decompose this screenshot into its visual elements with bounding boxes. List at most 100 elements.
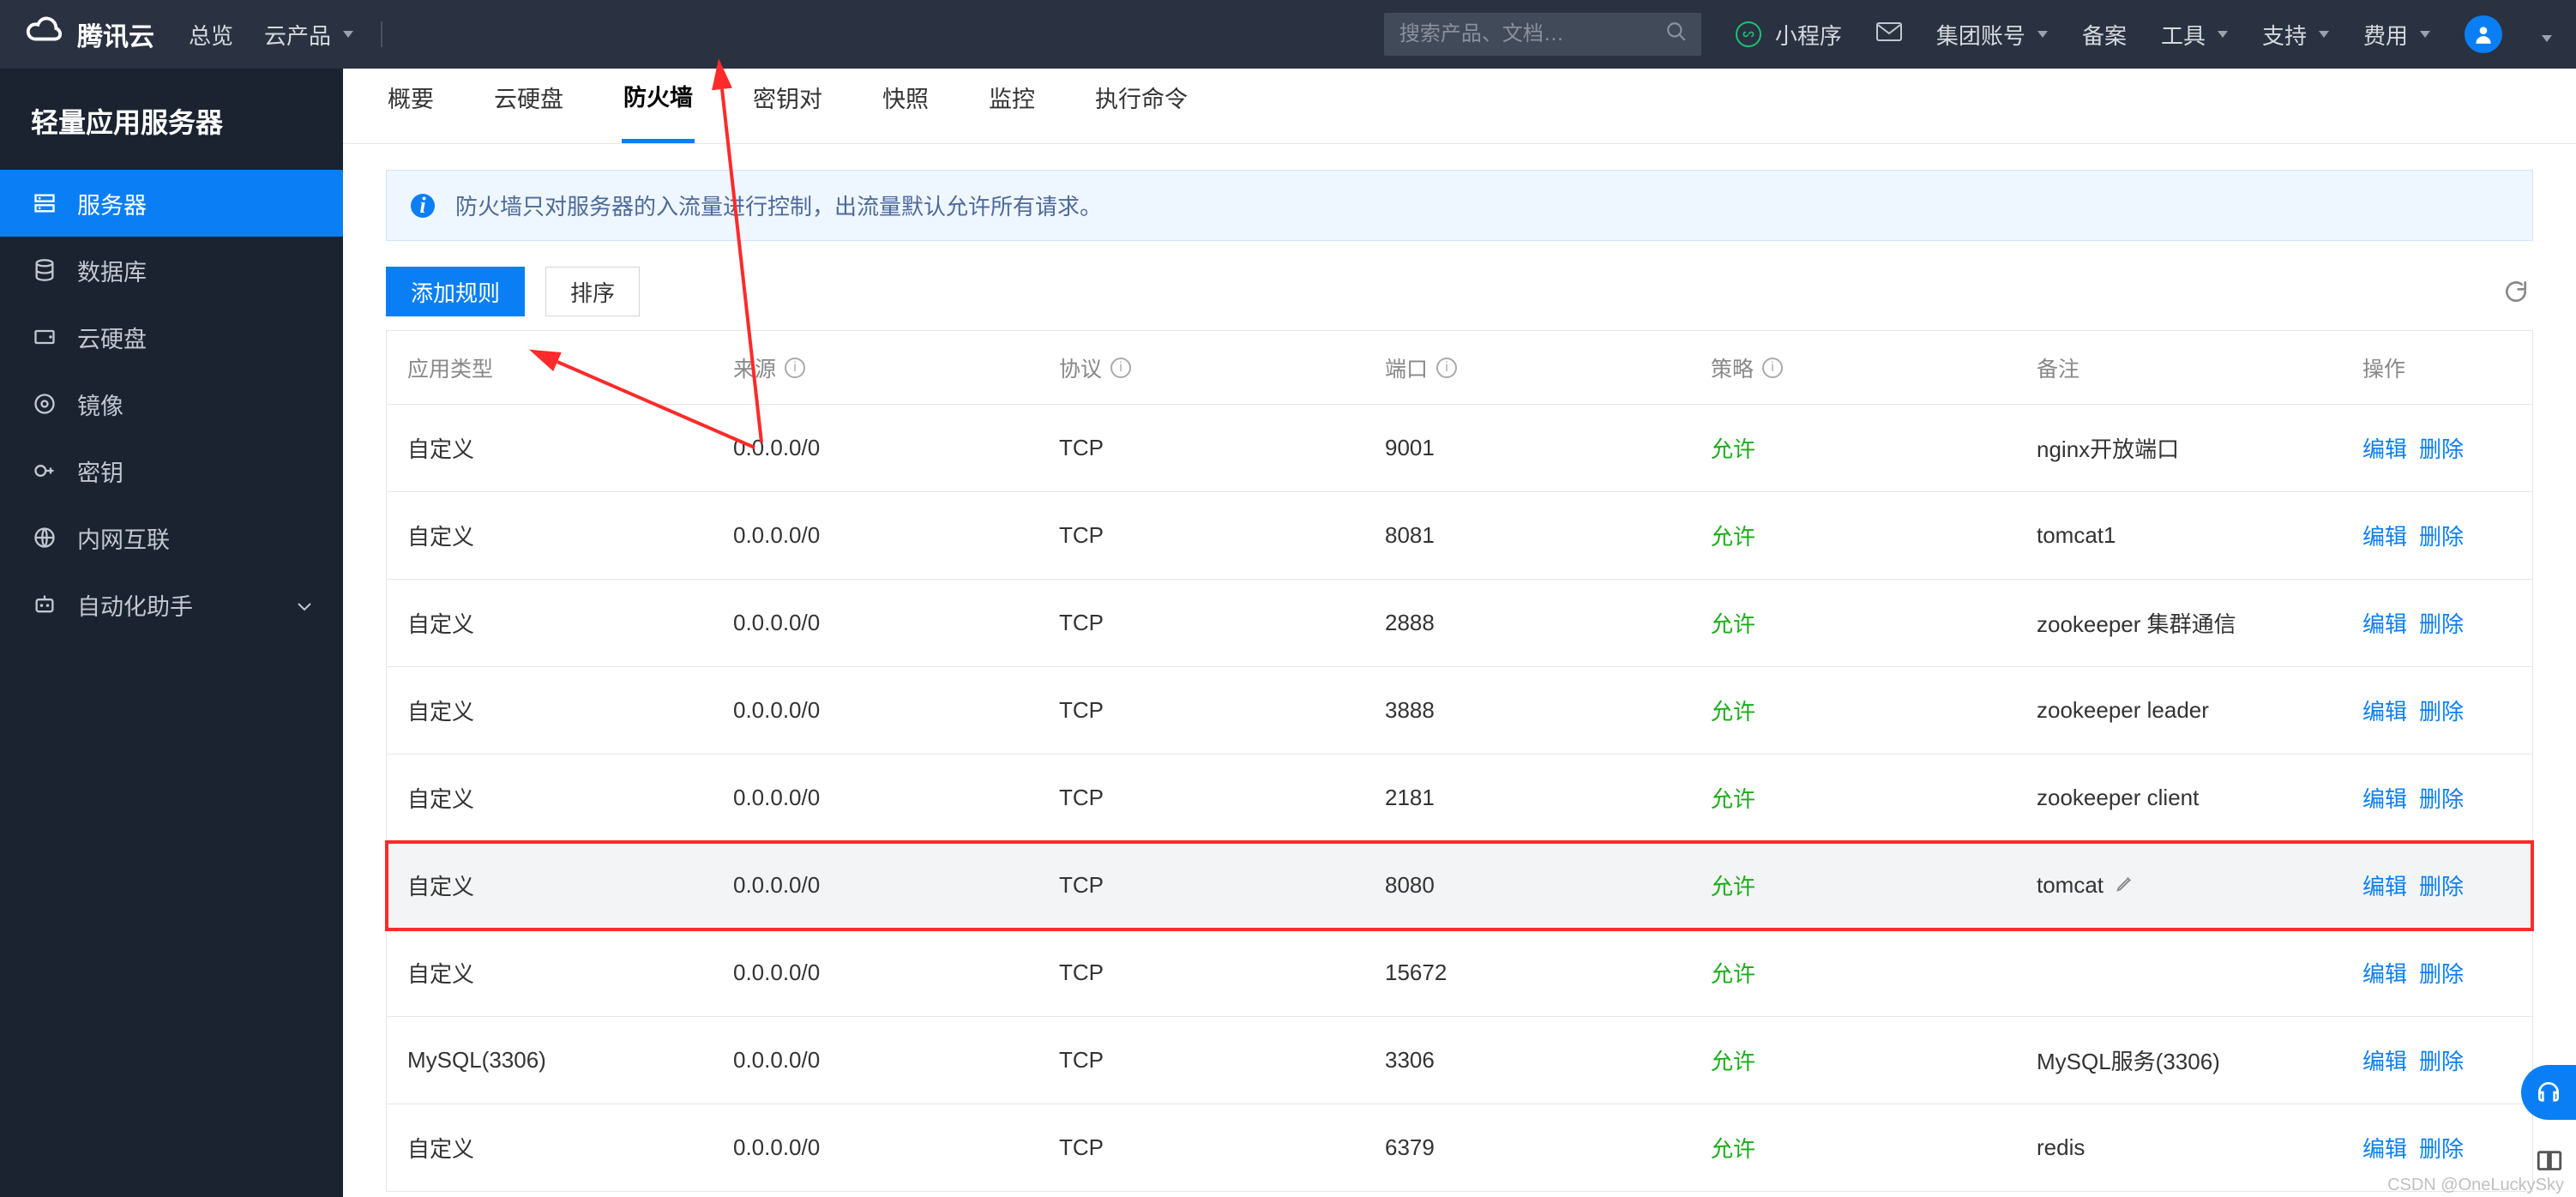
table-row: 自定义0.0.0.0/0TCP8081允许tomcat1 编辑删除 (387, 492, 2532, 580)
td-app-type: 自定义 (387, 520, 713, 551)
info-banner: i 防火墙只对服务器的入流量进行控制，出流量默认允许所有请求。 (386, 170, 2533, 241)
top-link-account[interactable]: 集团账号 (1936, 19, 2048, 51)
td-app-type: 自定义 (387, 695, 713, 726)
refresh-icon (2502, 278, 2530, 305)
refresh-button[interactable] (2499, 274, 2533, 309)
delete-link[interactable]: 删除 (2419, 432, 2464, 464)
tab-2[interactable]: 防火墙 (622, 69, 695, 143)
sidebar-item-label: 镜像 (77, 388, 123, 421)
table-row: 自定义0.0.0.0/0TCP8080允许tomcat编辑删除 (387, 842, 2532, 929)
tab-4[interactable]: 快照 (881, 69, 930, 143)
td-policy: 允许 (1690, 1044, 2016, 1076)
td-actions: 编辑删除 (2342, 869, 2576, 901)
sidebar-item-server[interactable]: 服务器 (0, 170, 343, 237)
tab-5[interactable]: 监控 (987, 69, 1037, 143)
edit-link[interactable]: 编辑 (2362, 520, 2407, 551)
delete-link[interactable]: 删除 (2419, 1044, 2464, 1076)
td-port: 8080 (1364, 872, 1690, 899)
delete-link[interactable]: 删除 (2419, 607, 2464, 639)
brand[interactable]: 腾讯云 (24, 11, 154, 57)
edit-link[interactable]: 编辑 (2362, 432, 2407, 464)
delete-link[interactable]: 删除 (2419, 695, 2464, 726)
td-policy: 允许 (1690, 869, 2016, 901)
delete-link[interactable]: 删除 (2419, 957, 2464, 989)
add-rule-button[interactable]: 添加规则 (386, 267, 525, 316)
top-link-miniprogram[interactable]: 小程序 (1736, 19, 1842, 51)
support-fab[interactable] (2521, 1065, 2576, 1120)
td-app-type: 自定义 (387, 869, 713, 901)
td-actions: 编辑删除 (2342, 432, 2576, 464)
tab-0[interactable]: 概要 (386, 69, 436, 143)
edit-link[interactable]: 编辑 (2362, 1044, 2407, 1076)
edit-link[interactable]: 编辑 (2362, 957, 2407, 989)
robot-icon (31, 591, 58, 618)
td-app-type: 自定义 (387, 432, 713, 464)
tab-6[interactable]: 执行命令 (1093, 69, 1189, 143)
table-row: 自定义0.0.0.0/0TCP2888允许zookeeper 集群通信编辑删除 (387, 580, 2532, 667)
delete-link[interactable]: 删除 (2419, 869, 2464, 901)
td-policy: 允许 (1690, 957, 2016, 989)
td-actions: 编辑删除 (2342, 520, 2576, 551)
tab-1[interactable]: 云硬盘 (492, 69, 565, 143)
td-policy: 允许 (1690, 520, 2016, 551)
headset-icon (2535, 1079, 2562, 1106)
sidebar-item-key[interactable]: 密钥 (0, 437, 343, 504)
td-source: 0.0.0.0/0 (713, 522, 1038, 549)
help-icon[interactable]: i (1436, 358, 1457, 378)
td-port: 8081 (1364, 522, 1690, 549)
tab-3[interactable]: 密钥对 (751, 69, 824, 143)
delete-link[interactable]: 删除 (2419, 520, 2464, 551)
top-link-support[interactable]: 支持 (2262, 19, 2329, 51)
td-app-type: 自定义 (387, 607, 713, 639)
td-protocol: TCP (1038, 872, 1364, 899)
search-icon[interactable] (1665, 21, 1688, 49)
edit-link[interactable]: 编辑 (2362, 695, 2407, 726)
top-link-billing[interactable]: 费用 (2363, 19, 2430, 51)
sidebar-item-label: 自动化助手 (77, 588, 193, 622)
td-policy: 允许 (1690, 695, 2016, 726)
table-row: 自定义0.0.0.0/0TCP9001允许nginx开放端口编辑删除 (387, 405, 2532, 492)
td-policy: 允许 (1690, 782, 2016, 814)
edit-link[interactable]: 编辑 (2362, 869, 2407, 901)
edit-link[interactable]: 编辑 (2362, 1132, 2407, 1164)
topbar: 腾讯云 总览 云产品 小程序 集团账号 备案 工具 支持 费用 (0, 0, 2576, 69)
delete-link[interactable]: 删除 (2419, 782, 2464, 814)
help-icon[interactable]: i (1762, 358, 1783, 378)
sidebar-item-network[interactable]: 内网互联 (0, 504, 343, 571)
edit-link[interactable]: 编辑 (2362, 782, 2407, 814)
top-link-products[interactable]: 云产品 (264, 19, 353, 51)
td-app-type: MySQL(3306) (387, 1047, 713, 1074)
help-icon[interactable]: i (785, 358, 805, 378)
td-port: 6379 (1364, 1134, 1690, 1161)
td-protocol: TCP (1038, 435, 1364, 461)
top-link-tools[interactable]: 工具 (2161, 19, 2228, 51)
td-policy: 允许 (1690, 1132, 2016, 1164)
sort-button[interactable]: 排序 (545, 267, 640, 316)
key-icon (31, 457, 58, 484)
top-link-overview[interactable]: 总览 (189, 19, 233, 51)
td-remark: tomcat1 (2016, 522, 2342, 549)
mail-icon-wrap[interactable] (1876, 21, 1902, 48)
avatar[interactable] (2465, 15, 2502, 53)
td-source: 0.0.0.0/0 (713, 959, 1038, 986)
td-actions: 编辑删除 (2342, 957, 2576, 989)
disk-icon (31, 323, 58, 351)
search-input[interactable] (1399, 22, 1665, 46)
td-protocol: TCP (1038, 1047, 1364, 1074)
sidebar-item-image[interactable]: 镜像 (0, 370, 343, 437)
td-protocol: TCP (1038, 522, 1364, 549)
edit-link[interactable]: 编辑 (2362, 607, 2407, 639)
sidebar-item-robot[interactable]: 自动化助手 (0, 571, 343, 638)
network-icon (31, 524, 58, 551)
avatar-chevron-icon[interactable] (2537, 21, 2552, 48)
miniprogram-label: 小程序 (1775, 19, 1842, 51)
delete-link[interactable]: 删除 (2419, 1132, 2464, 1164)
sidebar-item-disk[interactable]: 云硬盘 (0, 304, 343, 370)
td-protocol: TCP (1038, 610, 1364, 636)
help-icon[interactable]: i (1110, 358, 1131, 378)
top-link-beian[interactable]: 备案 (2082, 19, 2127, 51)
toolbar: 添加规则 排序 (386, 267, 2533, 316)
td-app-type: 自定义 (387, 782, 713, 814)
sidebar-item-db[interactable]: 数据库 (0, 237, 343, 304)
pencil-icon[interactable] (2116, 872, 2134, 899)
